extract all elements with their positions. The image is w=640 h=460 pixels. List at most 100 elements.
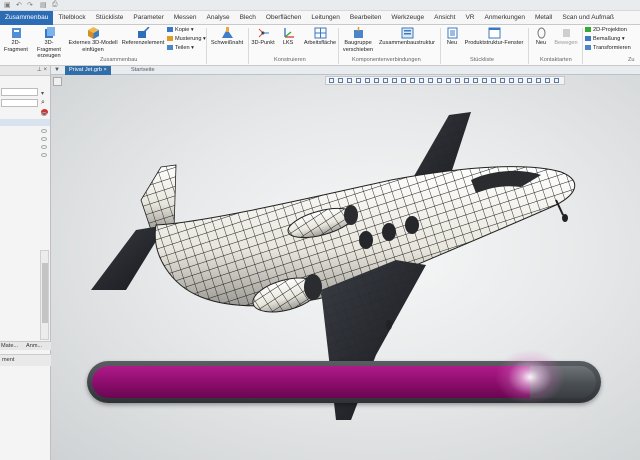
move-assembly-label: Baugruppe verschieben — [342, 40, 374, 53]
external-model-button[interactable]: Externes 3D-Modell einfügen — [67, 27, 119, 53]
move-icon — [562, 29, 570, 37]
visibility-icon[interactable] — [41, 129, 47, 133]
tab-private-jet[interactable]: Privat Jet.grb × — [65, 66, 111, 75]
tab-oberflächen[interactable]: Oberflächen — [261, 11, 306, 25]
visibility-icon[interactable] — [41, 137, 47, 141]
panel-footer-text: ment — [2, 357, 15, 363]
print-icon[interactable]: ⎙ — [52, 1, 58, 9]
tab-werkzeuge[interactable]: Werkzeuge — [386, 11, 429, 25]
transform-label: Transformieren — [593, 45, 631, 51]
menu-icon[interactable]: ▼ — [54, 67, 60, 73]
tab-blech[interactable]: Blech — [235, 11, 261, 25]
assembly-structure-label: Zusammenbaustruktur — [379, 40, 435, 46]
parts-item[interactable]: Teilen ▾ — [167, 45, 194, 51]
tab-vr[interactable]: VR — [460, 11, 479, 25]
tab-parameter[interactable]: Parameter — [128, 11, 168, 25]
tab-ansicht[interactable]: Ansicht — [429, 11, 460, 25]
save-icon[interactable]: ▣ — [4, 1, 11, 9]
tab-analyse[interactable]: Analyse — [202, 11, 235, 25]
progress-fill — [92, 366, 530, 398]
projection-item[interactable]: 2D-Projektion — [585, 27, 627, 33]
copy-item[interactable]: Kopie ▾ — [167, 27, 194, 33]
tab-stückliste[interactable]: Stückliste — [91, 11, 129, 25]
search-icon[interactable]: ⌕ — [41, 99, 45, 107]
fragment2d-button[interactable]: 2D-Fragment — [1, 27, 31, 53]
fragment3d-label: 3D-Fragment erzeugen — [37, 40, 61, 59]
ribbon-body: 2D-Fragment 3D-Fragment erzeugen Externe… — [0, 25, 640, 66]
transform-item[interactable]: Transformieren — [585, 45, 631, 51]
undo-icon[interactable]: ↶ — [16, 1, 22, 9]
copy-label: Kopie — [175, 27, 190, 33]
chevron-down-icon[interactable]: ▾ — [41, 90, 44, 97]
visibility-icon[interactable] — [41, 153, 47, 157]
tab-zusammenbau[interactable]: Zusammenbau — [0, 11, 54, 25]
tab-messen[interactable]: Messen — [169, 11, 202, 25]
bom-new-label: Neu — [446, 40, 458, 46]
dimension-item[interactable]: Bemaßung ▾ — [585, 36, 625, 42]
fragment3d-button[interactable]: 3D-Fragment erzeugen — [33, 27, 65, 60]
reference-icon — [137, 27, 150, 38]
external-model-label: Externes 3D-Modell einfügen — [68, 40, 118, 53]
product-structure-label: Produktstruktur-Fenster — [464, 40, 524, 46]
visibility-icon[interactable] — [41, 145, 47, 149]
group-label-kontakt: Kontaktarten — [540, 57, 572, 63]
parts-label: Teilen — [175, 45, 190, 51]
tab-metall[interactable]: Metall — [530, 11, 557, 25]
tree-row[interactable] — [0, 152, 51, 159]
workplane-label: Arbeitsfläche — [303, 40, 337, 46]
group-separator — [206, 28, 207, 64]
cube-icon — [87, 27, 99, 39]
dimension-icon — [585, 36, 591, 41]
visibility-icon[interactable] — [41, 112, 47, 116]
panel-tab-annotations[interactable]: Anm... — [26, 343, 42, 349]
pin-icon[interactable]: ⊥ — [37, 67, 42, 73]
left-panel: ⊥ × ⌕ ▾ Mate... Anm... ment — [0, 66, 51, 460]
contact-icon — [537, 27, 545, 39]
tree-row[interactable] — [0, 128, 51, 135]
projection-label: 2D-Projektion — [593, 27, 627, 33]
assembly-structure-button[interactable]: Zusammenbaustruktur — [378, 27, 436, 47]
bom-new-button[interactable]: Neu — [442, 27, 462, 47]
pattern-item[interactable]: Musterung ▾ — [167, 36, 206, 42]
tree-row[interactable] — [0, 111, 51, 118]
filter-dropdown[interactable] — [1, 88, 38, 96]
product-structure-button[interactable]: Produktstruktur-Fenster — [464, 27, 524, 47]
contact-move-button[interactable]: Bewegen — [552, 27, 580, 47]
tree-row[interactable] — [0, 144, 51, 151]
panel-tabs: Mate... Anm... — [0, 341, 51, 350]
tab-titelblock[interactable]: Titelblock — [53, 11, 90, 25]
pattern-icon — [167, 36, 173, 41]
weld-seam-label: Schweißnaht — [210, 40, 244, 46]
tab-anmerkungen[interactable]: Anmerkungen — [479, 11, 529, 25]
point3d-button[interactable]: 3D-Punkt — [250, 27, 276, 47]
panel-tab-materials[interactable]: Mate... — [1, 343, 18, 349]
point3d-label: 3D-Punkt — [251, 40, 275, 46]
scrollbar-thumb[interactable] — [42, 263, 48, 323]
tab-private-jet-label: Privat Jet.grb — [69, 67, 102, 73]
projection-icon — [585, 27, 591, 32]
main-gear — [386, 320, 392, 330]
workplane-button[interactable]: Arbeitsfläche — [300, 27, 340, 47]
3d-viewport[interactable] — [51, 75, 640, 460]
close-icon[interactable]: × — [104, 67, 107, 73]
tab-bearbeiten[interactable]: Bearbeiten — [345, 11, 386, 25]
tab-startseite[interactable]: Startseite — [127, 66, 159, 75]
document-tab-bar: ▼ Privat Jet.grb × Startseite — [51, 66, 640, 75]
move-assembly-icon — [353, 27, 363, 38]
tab-scan-und-aufmaß[interactable]: Scan und Aufmaß — [557, 11, 619, 25]
tree-selected-row[interactable] — [0, 119, 50, 126]
panel-scrollbar[interactable] — [40, 250, 49, 340]
contact-new-button[interactable]: Neu — [530, 27, 552, 47]
move-assembly-button[interactable]: Baugruppe verschieben — [340, 27, 376, 53]
ribbon-tab-bar: Zusammenbau Titelblock Stückliste Parameter… — [0, 11, 640, 25]
cabin-window — [359, 231, 373, 249]
redo-icon[interactable]: ↷ — [27, 1, 33, 9]
tree-row[interactable] — [0, 136, 51, 143]
search-input[interactable] — [1, 99, 38, 107]
lks-button[interactable]: LKS — [278, 27, 298, 47]
weld-seam-button[interactable]: Schweißnaht — [208, 27, 246, 47]
tab-leitungen[interactable]: Leitungen — [306, 11, 345, 25]
reference-element-button[interactable]: Referenzelement — [121, 27, 165, 47]
close-icon[interactable]: × — [43, 67, 47, 73]
open-icon[interactable]: ▤ — [40, 1, 47, 9]
